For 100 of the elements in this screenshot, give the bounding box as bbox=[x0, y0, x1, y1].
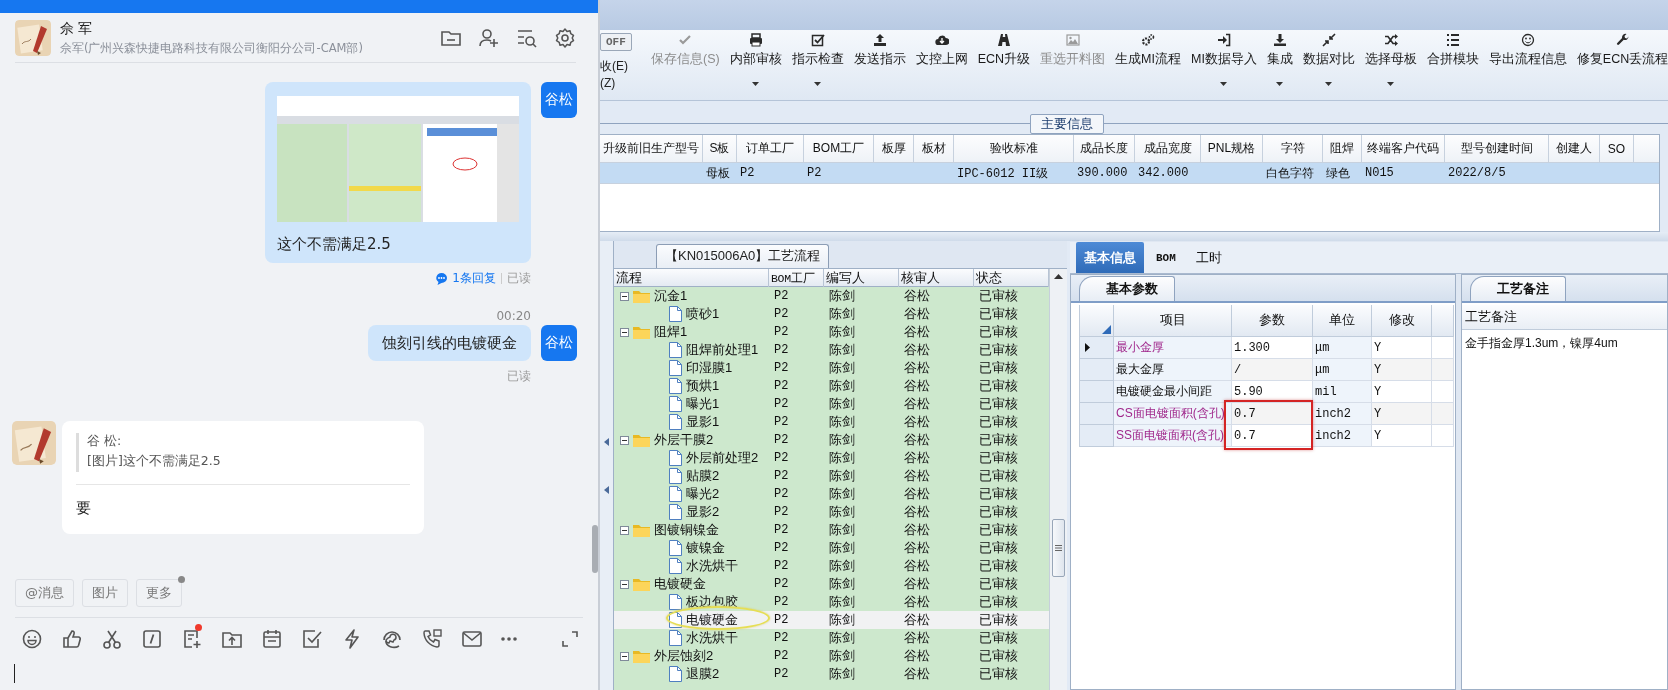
tree-row[interactable]: 外层干膜2 P2 陈剑 谷松 已审核 bbox=[614, 431, 1049, 449]
collapse-arrow-icon[interactable] bbox=[604, 437, 609, 446]
toolbar-button[interactable]: 导出流程信息 bbox=[1483, 30, 1572, 100]
column-header[interactable]: 阻焊 bbox=[1323, 135, 1362, 162]
column-header[interactable]: 项目 bbox=[1114, 305, 1232, 337]
scrollbar-thumb[interactable] bbox=[592, 525, 598, 573]
table-cell-text: 陈剑 bbox=[828, 305, 856, 323]
tree-row[interactable]: 外层蚀刻2 P2 陈剑 谷松 已审核 bbox=[614, 647, 1049, 665]
table-cell-text: 陈剑 bbox=[828, 449, 856, 467]
tree-row[interactable]: 板边包胶 P2 陈剑 谷松 已审核 bbox=[614, 593, 1049, 611]
column-header[interactable]: 板厚 bbox=[874, 135, 914, 162]
tree-row[interactable]: 镀镍金 P2 陈剑 谷松 已审核 bbox=[614, 539, 1049, 557]
table-cell: 最小金厚 bbox=[1114, 337, 1232, 359]
collapse-icon[interactable] bbox=[620, 579, 629, 589]
reply-link[interactable]: 1条回复 bbox=[435, 270, 496, 287]
tree-row[interactable]: 水洗烘干 P2 陈剑 谷松 已审核 bbox=[614, 629, 1049, 647]
column-header[interactable]: 修改 bbox=[1372, 305, 1432, 337]
tree-row[interactable]: 退膜2 P2 陈剑 谷松 已审核 bbox=[614, 665, 1049, 683]
column-header[interactable]: 订单工厂 bbox=[737, 135, 804, 162]
toolbar-button[interactable]: 文控上网 bbox=[910, 30, 973, 100]
column-header[interactable]: PNL规格 bbox=[1201, 135, 1263, 162]
scrollbar-thumb[interactable] bbox=[1052, 519, 1065, 577]
tab[interactable]: 工时 bbox=[1187, 242, 1230, 273]
collapse-icon[interactable] bbox=[620, 651, 629, 661]
column-header[interactable]: 板材 bbox=[914, 135, 954, 162]
tree-row[interactable]: 印湿膜1 P2 陈剑 谷松 已审核 bbox=[614, 359, 1049, 377]
table-cell-text: P2 bbox=[773, 541, 790, 555]
document-icon bbox=[669, 468, 682, 484]
table-cell-text: 已审核 bbox=[978, 521, 1019, 539]
collapse-icon[interactable] bbox=[620, 291, 629, 301]
tree-row[interactable]: 曝光2 P2 陈剑 谷松 已审核 bbox=[614, 485, 1049, 503]
column-header[interactable]: 参数 bbox=[1232, 305, 1313, 337]
expand-icon[interactable] bbox=[560, 629, 580, 649]
quick-action-button[interactable]: 图片 bbox=[82, 579, 128, 607]
tree-row[interactable]: 喷砂1 P2 陈剑 谷松 已审核 bbox=[614, 305, 1049, 323]
quick-action-button[interactable]: @消息 bbox=[15, 579, 74, 607]
column-header[interactable]: 成品长度 bbox=[1074, 135, 1135, 162]
column-header[interactable]: 成品宽度 bbox=[1135, 135, 1201, 162]
scroll-up-icon[interactable] bbox=[1054, 274, 1063, 279]
column-header[interactable]: S板 bbox=[703, 135, 737, 162]
collapse-icon[interactable] bbox=[620, 435, 629, 445]
toolbar-button[interactable]: ECN升级 bbox=[972, 30, 1036, 100]
toolbar-button[interactable]: 选择母板 bbox=[1359, 30, 1422, 100]
toolbar-button[interactable]: 集成 bbox=[1261, 30, 1298, 100]
toolbar-button[interactable]: 生成MI流程 bbox=[1110, 30, 1186, 100]
tree-row[interactable]: 预烘1 P2 陈剑 谷松 已审核 bbox=[614, 377, 1049, 395]
table-cell-text: 已审核 bbox=[978, 575, 1019, 593]
settings-icon[interactable] bbox=[554, 26, 576, 49]
collapse-icon[interactable] bbox=[620, 525, 629, 535]
table-row[interactable]: 母板 P2 P2 IPC-6012 II级 390.000 342.000 白色字符 绿色 N015 2022/8/5 bbox=[600, 163, 1659, 184]
column-header[interactable]: 工艺备注 bbox=[1465, 308, 1517, 326]
collapse-icon[interactable] bbox=[620, 327, 629, 337]
tree-row[interactable]: 阻焊前处理1 P2 陈剑 谷松 已审核 bbox=[614, 341, 1049, 359]
sign-in-icon bbox=[1216, 33, 1231, 47]
tree-row[interactable]: 显影1 P2 陈剑 谷松 已审核 bbox=[614, 413, 1049, 431]
panel-tab[interactable]: 【KN015006A0】工艺流程 bbox=[656, 244, 830, 268]
toolbar-button[interactable]: 数据对比 bbox=[1297, 30, 1360, 100]
toolbar-button[interactable]: 指示检查 bbox=[786, 30, 849, 100]
row-header[interactable] bbox=[1080, 337, 1114, 359]
table-cell-text: 谷松 bbox=[903, 413, 931, 431]
tree-item-label: 沉金1 bbox=[654, 287, 688, 305]
switch-button[interactable]: OFF bbox=[600, 33, 632, 51]
column-header[interactable]: 单位 bbox=[1313, 305, 1372, 337]
panel-tab[interactable]: 基本参数 bbox=[1079, 276, 1175, 301]
table-cell-text: P2 bbox=[773, 523, 790, 537]
table-cell-text: P2 bbox=[773, 469, 790, 483]
column-header[interactable]: 字符 bbox=[1263, 135, 1323, 162]
collapse-arrow-icon[interactable] bbox=[604, 485, 609, 494]
tree-row[interactable]: 水洗烘干 P2 陈剑 谷松 已审核 bbox=[614, 557, 1049, 575]
tree-row[interactable]: 外层前处理2 P2 陈剑 谷松 已审核 bbox=[614, 449, 1049, 467]
tree-row[interactable]: 沉金1 P2 陈剑 谷松 已审核 bbox=[614, 287, 1049, 305]
column-header[interactable]: 创建人 bbox=[1549, 135, 1600, 162]
column-header[interactable]: 型号创建时间 bbox=[1445, 135, 1549, 162]
table-cell-text: 陈剑 bbox=[828, 611, 856, 629]
tree-row[interactable]: 显影2 P2 陈剑 谷松 已审核 bbox=[614, 503, 1049, 521]
tree-row[interactable]: 图镀铜镍金 P2 陈剑 谷松 已审核 bbox=[614, 521, 1049, 539]
panel-tab[interactable]: 工艺备注 bbox=[1470, 276, 1566, 301]
toolbar-button[interactable]: 内部审核 bbox=[724, 30, 787, 100]
smiley-icon bbox=[21, 628, 43, 650]
column-header[interactable]: BOM工厂 bbox=[804, 135, 874, 162]
column-header[interactable]: 验收标准 bbox=[954, 135, 1074, 162]
toolbar-button[interactable]: 修复ECN丢流程 bbox=[1571, 30, 1668, 100]
tab[interactable]: 基本信息 bbox=[1076, 242, 1144, 273]
column-header[interactable]: SO bbox=[1600, 135, 1634, 162]
table-cell-text: 绿色 bbox=[1325, 165, 1351, 183]
tree-row[interactable]: 电镀硬金 P2 陈剑 谷松 已审核 bbox=[614, 575, 1049, 593]
tree-row[interactable]: 阻焊1 P2 陈剑 谷松 已审核 bbox=[614, 323, 1049, 341]
column-header[interactable]: 终端客户代码 bbox=[1362, 135, 1445, 162]
checkbox-icon bbox=[301, 628, 323, 650]
tree-item-label: 显影1 bbox=[686, 413, 720, 431]
read-receipt: 已读 bbox=[507, 270, 531, 287]
column-header[interactable]: 升级前旧生产型号 bbox=[600, 135, 703, 162]
toolbar-button[interactable]: 发送指示 bbox=[848, 30, 911, 100]
toolbar-button[interactable]: MI数据导入 bbox=[1185, 30, 1262, 100]
tab[interactable]: BOM bbox=[1148, 242, 1184, 273]
add-user-icon[interactable] bbox=[478, 26, 500, 49]
quick-action-button[interactable]: 更多 bbox=[136, 579, 182, 607]
tree-row[interactable]: 曝光1 P2 陈剑 谷松 已审核 bbox=[614, 395, 1049, 413]
toolbar-button[interactable]: 合拼模块 bbox=[1421, 30, 1484, 100]
tree-row[interactable]: 贴膜2 P2 陈剑 谷松 已审核 bbox=[614, 467, 1049, 485]
